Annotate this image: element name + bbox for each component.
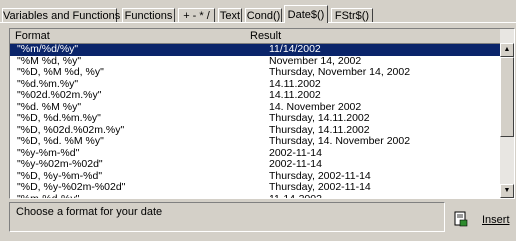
format-cell: "%D, %d.%m.%y": [17, 112, 101, 124]
result-cell: 2002-11-14: [269, 158, 322, 170]
list-item[interactable]: "%y-%02m-%02d" 2002-11-14: [10, 158, 502, 171]
tab-operators[interactable]: + - * /: [178, 8, 215, 23]
tab-label: + - * /: [183, 10, 210, 22]
format-cell: "%m-%d-%y": [17, 192, 80, 199]
result-cell: Thursday, 14.11.2002: [269, 112, 370, 124]
format-cell: "%D, %M %d, %y": [17, 66, 104, 78]
tab-date[interactable]: Date$(): [284, 5, 328, 23]
tab-variables-and-functions[interactable]: Variables and Functions: [2, 8, 121, 23]
list-item[interactable]: "%m/%d/%y" 11/14/2002: [10, 43, 502, 56]
format-list[interactable]: Format Result "%m/%d/%y" 11/14/2002 "%M %d…: [9, 28, 515, 199]
result-cell: Thursday, 2002-11-14: [269, 181, 371, 193]
list-item[interactable]: "%D, %d. %M %y" Thursday, 14. November 20…: [10, 135, 502, 148]
format-cell: "%y-%02m-%02d": [17, 158, 103, 170]
result-cell: Thursday, 14. November 2002: [269, 135, 411, 147]
list-item[interactable]: "%D, %y-%02m-%02d" Thursday, 2002-11-14: [10, 181, 502, 194]
insert-button[interactable]: Insert: [449, 207, 510, 233]
tab-label: Date$(): [287, 9, 325, 21]
format-cell: "%D, %y-%02m-%02d": [17, 181, 126, 193]
scroll-thumb[interactable]: [500, 57, 514, 137]
result-cell: 14.11.2002: [269, 89, 321, 101]
tab-strip: Variables and Functions Functions + - * …: [0, 0, 516, 23]
result-cell: 11-14-2002: [269, 192, 322, 199]
format-cell: "%D, %d. %M %y": [17, 135, 104, 147]
list-header: Format Result: [10, 29, 502, 44]
format-cell: "%02d.%02m.%y": [17, 89, 102, 101]
tab-cond[interactable]: Cond(): [245, 8, 282, 23]
format-cell: "%m/%d/%y": [17, 43, 79, 55]
status-text: Choose a format for your date: [16, 206, 163, 218]
tab-functions[interactable]: Functions: [122, 8, 175, 23]
scroll-down-arrow-icon[interactable]: ▼: [500, 184, 514, 198]
result-cell: Thursday, November 14, 2002: [269, 66, 411, 78]
insert-document-icon: [454, 211, 468, 227]
list-rows: "%m/%d/%y" 11/14/2002 "%M %d, %y" November …: [10, 43, 502, 199]
column-header-format[interactable]: Format: [15, 30, 50, 42]
tab-label: Functions: [124, 10, 173, 22]
list-item[interactable]: "%m-%d-%y" 11-14-2002: [10, 192, 502, 199]
tab-fstr[interactable]: FStr$(): [331, 8, 373, 23]
list-item[interactable]: "%D, %d.%m.%y" Thursday, 14.11.2002: [10, 112, 502, 125]
list-item[interactable]: "%02d.%02m.%y" 14.11.2002: [10, 89, 502, 102]
insert-label: Insert: [482, 214, 510, 226]
list-item[interactable]: "%D, %M %d, %y" Thursday, November 14, 20…: [10, 66, 502, 79]
column-header-result[interactable]: Result: [250, 30, 281, 42]
tab-label: Cond(): [246, 10, 281, 22]
tab-text[interactable]: Text: [218, 8, 242, 23]
tab-label: Text: [219, 10, 241, 22]
tab-label: Variables and Functions: [3, 10, 121, 22]
result-cell: 11/14/2002: [269, 43, 321, 55]
tab-label: FStr$(): [334, 10, 370, 22]
scroll-up-arrow-icon[interactable]: ▲: [500, 43, 514, 57]
vertical-scrollbar[interactable]: ▲ ▼: [500, 29, 514, 198]
status-description: Choose a format for your date: [9, 202, 445, 232]
